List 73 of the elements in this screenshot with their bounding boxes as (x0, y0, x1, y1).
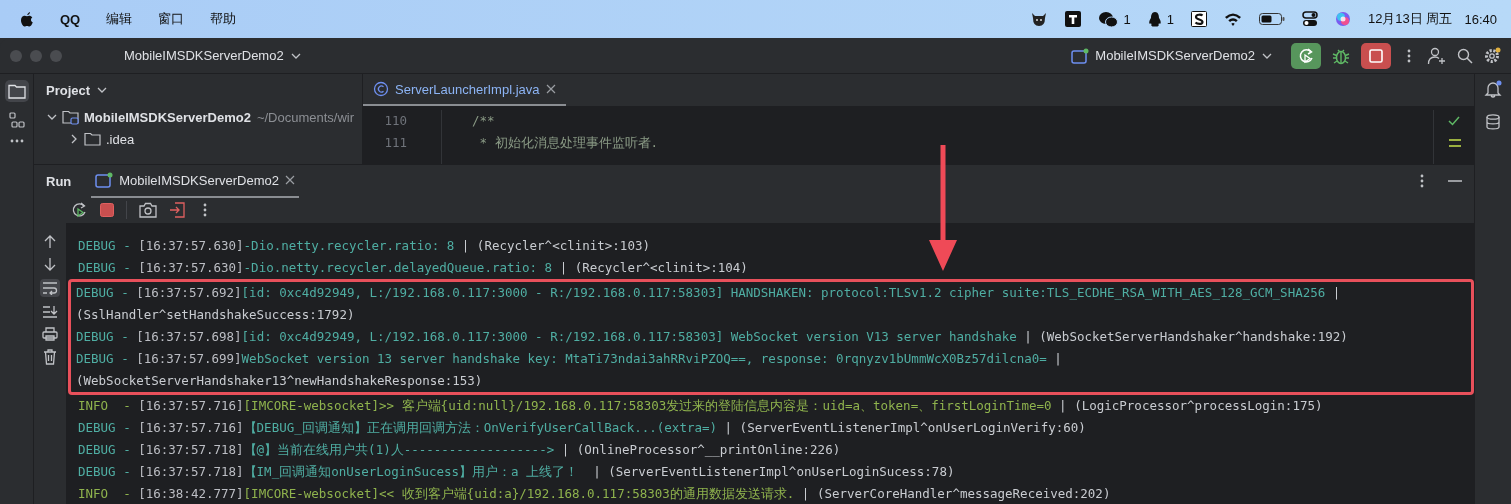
menu-item[interactable]: 帮助 (210, 10, 237, 28)
code-line: * 初始化消息处理事件监听者. (478, 134, 660, 152)
line-number: 110 (383, 112, 407, 130)
arrow-down-icon[interactable] (43, 257, 57, 271)
panel-title: Run (46, 173, 72, 189)
log-line: DEBUG - [16:37:57.698][id: 0xc4d92949, L:/192.168.0.117:3000 - R:/192.168.0.117:58303] WebSocket version V13 server handshake | (WebSocketServerHandshaker^handshake:192) (75, 328, 1349, 346)
structure-icon[interactable] (8, 112, 25, 128)
log-line: DEBUG - [16:37:57.718]【IM_回调通知onUserLoginSucess】用户：a 上线了！ | (ServerEventListenerImpl^onUserLoginSucess:78) (77, 463, 956, 481)
apple-icon[interactable] (20, 11, 34, 27)
wifi-icon[interactable] (1223, 12, 1242, 26)
close-icon[interactable] (545, 84, 556, 94)
stop-button[interactable] (1361, 42, 1391, 69)
panel-title[interactable]: Project (46, 82, 91, 98)
line-number: 111 (383, 134, 407, 152)
log-line: INFO - [16:37:57.716][IMCORE-websocket]>> 客户端{uid:null}/192.168.0.117:58303发过来的登陆信息内容是：uid=a、token=、firstLoginTime=0 | (LogicProcessor^processLogin:175) (77, 397, 1324, 415)
run-tab[interactable]: MobileIMSDKServerDemo2 (91, 164, 299, 198)
soft-wrap-button[interactable] (40, 279, 60, 297)
exit-icon[interactable] (169, 202, 185, 218)
menubar-date[interactable]: 12月13日 周五 (1367, 10, 1453, 28)
rerun-icon (1297, 46, 1315, 65)
t-square-icon[interactable] (1065, 11, 1082, 27)
tree-item[interactable]: MobileIMSDKServerDemo2 ~/Documents/wir (34, 106, 362, 128)
rerun-icon[interactable] (70, 201, 88, 219)
trash-icon[interactable] (43, 349, 57, 365)
stop-icon (1369, 48, 1383, 63)
penguin-icon[interactable] (1147, 10, 1162, 28)
project-tool-button[interactable] (4, 80, 29, 102)
minimize-icon[interactable] (1448, 179, 1462, 183)
menu-item[interactable]: QQ (60, 11, 81, 27)
add-user-icon[interactable] (1427, 46, 1447, 65)
tree-item[interactable]: .idea (34, 128, 362, 150)
log-line: DEBUG - [16:37:57.692][id: 0xc4d92949, L:/192.168.0.117:3000 - R:/192.168.0.117:58303] HANDSHAKEN: protocol:TLSv1.2 cipher suite:TLS_ECDHE_RSA_WITH_AES_128_GCM_SHA256 | (SslHandler^setHandshakeSuccess:1792) (75, 284, 1342, 324)
search-icon[interactable] (1457, 47, 1473, 64)
log-line: INFO - [16:38:42.777][IMCORE-websocket]<< 收到客户端{uid:a}/192.168.0.117:58303的通用数据发送请求. | (ServerCoreHandler^messageReceived:202) (77, 485, 1112, 503)
module-folder-icon (62, 109, 80, 125)
folder-icon (84, 131, 102, 147)
folder-icon (7, 83, 26, 99)
colorful-orb-icon[interactable] (1334, 11, 1351, 27)
log-line: DEBUG - [16:37:57.718]【@】当前在线用户共(1)人-------------------> | (OnlineProcessor^__printOnline:226) (77, 441, 842, 459)
printer-icon[interactable] (42, 327, 58, 341)
bell-icon[interactable] (1484, 80, 1502, 98)
notification-count: 1 (1166, 11, 1174, 27)
app-window-icon (1071, 47, 1090, 64)
change-marks-icon (1447, 138, 1461, 148)
camera-icon[interactable] (139, 202, 157, 218)
cow-face-icon[interactable] (1030, 11, 1049, 27)
run-configuration-selector[interactable]: MobileIMSDKServerDemo2 (1071, 47, 1273, 64)
menu-item[interactable]: 窗口 (158, 10, 185, 28)
wrap-icon (42, 281, 58, 295)
arrow-up-icon[interactable] (43, 235, 57, 249)
menu-item[interactable]: 编辑 (106, 10, 133, 28)
class-icon (373, 81, 389, 97)
s-box-icon[interactable] (1190, 11, 1207, 27)
rerun-button[interactable] (1291, 42, 1321, 69)
project-selector[interactable]: MobileIMSDKServerDemo2 (124, 48, 302, 63)
database-icon[interactable] (1486, 114, 1500, 130)
notification-count: 1 (1123, 11, 1131, 27)
checkmark-icon (1448, 116, 1460, 126)
settings-icon[interactable] (1483, 46, 1501, 65)
chat-bubbles-icon[interactable] (1098, 10, 1119, 28)
log-line: DEBUG - [16:37:57.699]WebSocket version 13 server handshake key: MtaTi73ndai3ahRRviPZOQ==, response: 0rqnyzv1bUmmWcX0Bz57dilcna0= | (WebSocketServerHandshaker13^newHandshakeResponse:153) (75, 350, 1063, 390)
menubar-clock[interactable]: 16:40 (1464, 11, 1497, 27)
log-line: DEBUG - [16:37:57.630]-Dio.netty.recycler.delayedQueue.ratio: 8 | (Recycler^<clinit>:104) (77, 259, 749, 277)
battery-icon[interactable] (1258, 13, 1285, 25)
app-window-icon (95, 172, 114, 188)
code-line: /** (472, 112, 496, 130)
log-line: DEBUG - [16:37:57.630]-Dio.netty.recycler.ratio: 8 | (Recycler^<clinit>:103) (77, 237, 651, 255)
scroll-to-end-icon[interactable] (42, 305, 58, 319)
editor-tab[interactable]: ServerLauncherImpl.java (363, 74, 566, 106)
close-icon[interactable] (284, 175, 295, 185)
log-line: DEBUG - [16:37:57.716]【DEBUG_回调通知】正在调用回调方法：OnVerifyUserCallBack...(extra=) | (ServerEventListenerImpl^onUserLoginVerify:60) (77, 419, 1087, 437)
toggles-icon[interactable] (1301, 11, 1318, 27)
more-icon[interactable] (8, 138, 25, 144)
